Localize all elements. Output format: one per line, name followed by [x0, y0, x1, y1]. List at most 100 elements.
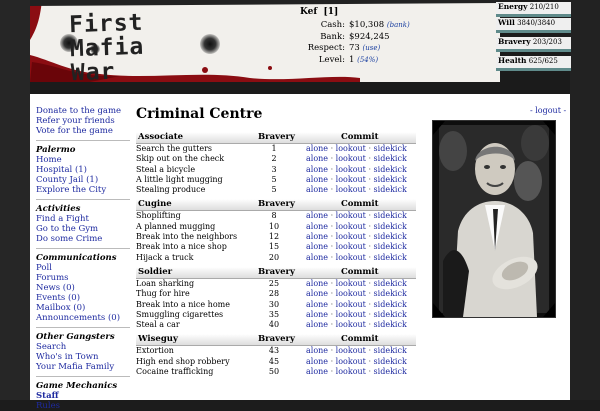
commit-lookout-link[interactable]: lookout: [336, 154, 366, 163]
commit-alone-link[interactable]: alone: [306, 175, 328, 184]
mobster-photo: [432, 120, 556, 318]
commit-alone-link[interactable]: alone: [306, 310, 328, 319]
sidebar-item-refer[interactable]: Refer your friends: [36, 116, 130, 126]
commit-alone-link[interactable]: alone: [306, 300, 328, 309]
commit-sidekick-link[interactable]: sidekick: [374, 222, 407, 231]
commit-alone-link[interactable]: alone: [306, 253, 328, 262]
commit-lookout-link[interactable]: lookout: [336, 279, 366, 288]
bank-link[interactable]: (bank): [387, 21, 410, 29]
sidebar-item-vote[interactable]: Vote for the game: [36, 126, 130, 136]
game-logo[interactable]: First Mafia War: [69, 10, 146, 82]
commit-sidekick-link[interactable]: sidekick: [374, 144, 407, 153]
commit-lookout-link[interactable]: lookout: [336, 310, 366, 319]
commit-alone-link[interactable]: alone: [306, 232, 328, 241]
commit-alone-link[interactable]: alone: [306, 185, 328, 194]
commit-alone-link[interactable]: alone: [306, 144, 328, 153]
commit-lookout-link[interactable]: lookout: [336, 346, 366, 355]
commit-alone-link[interactable]: alone: [306, 289, 328, 298]
commit-sidekick-link[interactable]: sidekick: [374, 310, 407, 319]
commit-sidekick-link[interactable]: sidekick: [374, 367, 407, 376]
commit-alone-link[interactable]: alone: [306, 242, 328, 251]
commit-sidekick-link[interactable]: sidekick: [374, 185, 407, 194]
bravery-column-header: Bravery: [258, 334, 295, 345]
crime-row: Break into a nice shop 15 alone · lookout …: [136, 242, 416, 252]
use-link[interactable]: (use): [363, 44, 381, 52]
sidebar-item-hospital[interactable]: Hospital (1): [36, 165, 130, 175]
commit-lookout-link[interactable]: lookout: [336, 144, 366, 153]
commit-sidekick-link[interactable]: sidekick: [374, 242, 407, 251]
commit-sidekick-link[interactable]: sidekick: [374, 253, 407, 262]
commit-sidekick-link[interactable]: sidekick: [374, 211, 407, 220]
commit-sidekick-link[interactable]: sidekick: [374, 289, 407, 298]
commit-lookout-link[interactable]: lookout: [336, 211, 366, 220]
bravery-column-header: Bravery: [258, 266, 295, 277]
commit-alone-link[interactable]: alone: [306, 165, 328, 174]
sidebar-item-explore[interactable]: Explore the City: [36, 185, 130, 195]
separator: ·: [328, 320, 336, 330]
commit-alone-link[interactable]: alone: [306, 357, 328, 366]
commit-alone-link[interactable]: alone: [306, 346, 328, 355]
commit-sidekick-link[interactable]: sidekick: [374, 346, 407, 355]
commit-alone-link[interactable]: alone: [306, 154, 328, 163]
sidebar-item-jail[interactable]: County Jail (1): [36, 175, 130, 185]
sidebar-item-mailbox[interactable]: Mailbox (0): [36, 303, 130, 313]
sidebar-item-home[interactable]: Home: [36, 155, 130, 165]
commit-lookout-link[interactable]: lookout: [336, 175, 366, 184]
crime-bravery-cost: 43: [268, 346, 280, 356]
commit-lookout-link[interactable]: lookout: [336, 232, 366, 241]
commit-lookout-link[interactable]: lookout: [336, 242, 366, 251]
commit-lookout-link[interactable]: lookout: [336, 289, 366, 298]
sidebar-item-fight[interactable]: Find a Fight: [36, 214, 130, 224]
crime-bravery-cost: 28: [268, 289, 280, 299]
player-name-text: Kef: [300, 7, 318, 17]
commit-lookout-link[interactable]: lookout: [336, 357, 366, 366]
commit-sidekick-link[interactable]: sidekick: [374, 154, 407, 163]
sidebar-item-events[interactable]: Events (0): [36, 293, 130, 303]
sidebar-item-search[interactable]: Search: [36, 342, 130, 352]
commit-sidekick-link[interactable]: sidekick: [374, 165, 407, 174]
sidebar-item-announcements[interactable]: Announcements (0): [36, 313, 130, 323]
crime-bravery-cost: 10: [268, 221, 280, 231]
commit-column-header: Commit: [341, 132, 379, 142]
separator: ·: [328, 211, 336, 221]
commit-alone-link[interactable]: alone: [306, 279, 328, 288]
sidebar-item-crime[interactable]: Do some Crime: [36, 234, 130, 244]
sidebar-item-whos-in-town[interactable]: Who's in Town: [36, 352, 130, 362]
commit-alone-link[interactable]: alone: [306, 367, 328, 376]
commit-sidekick-link[interactable]: sidekick: [374, 320, 407, 329]
commit-sidekick-link[interactable]: sidekick: [374, 300, 407, 309]
commit-sidekick-link[interactable]: sidekick: [374, 357, 407, 366]
sidebar-item-mafia-family[interactable]: Your Mafia Family: [36, 362, 130, 372]
commit-links: alone · lookout · sidekick: [306, 367, 407, 376]
crime-group: Wiseguy Bravery Commit Extortion 43 alone · l…: [136, 334, 416, 377]
commit-lookout-link[interactable]: lookout: [336, 165, 366, 174]
commit-lookout-link[interactable]: lookout: [336, 253, 366, 262]
crime-row: Skip out on the check 2 alone · lookout · …: [136, 154, 416, 164]
sidebar-section-title: Palermo: [36, 145, 76, 155]
sidebar-item-poll[interactable]: Poll: [36, 263, 130, 273]
sidebar-item-donate[interactable]: Donate to the game: [36, 106, 130, 116]
commit-sidekick-link[interactable]: sidekick: [374, 175, 407, 184]
commit-alone-link[interactable]: alone: [306, 320, 328, 329]
sidebar-item-gym[interactable]: Go to the Gym: [36, 224, 130, 234]
commit-lookout-link[interactable]: lookout: [336, 185, 366, 194]
crime-row: Stealing produce 5 alone · lookout · sidek…: [136, 185, 416, 195]
separator: ·: [328, 154, 336, 164]
separator: ·: [365, 346, 374, 356]
commit-lookout-link[interactable]: lookout: [336, 222, 366, 231]
player-stats: Cash: $10,308 (bank) Bank: $924,245 Respec…: [240, 20, 410, 66]
crime-name: Steal a bicycle: [136, 164, 196, 174]
commit-lookout-link[interactable]: lookout: [336, 367, 366, 376]
commit-sidekick-link[interactable]: sidekick: [374, 279, 407, 288]
sidebar-item-forums[interactable]: Forums: [36, 273, 130, 283]
commit-lookout-link[interactable]: lookout: [336, 300, 366, 309]
commit-alone-link[interactable]: alone: [306, 211, 328, 220]
commit-lookout-link[interactable]: lookout: [336, 320, 366, 329]
commit-sidekick-link[interactable]: sidekick: [374, 232, 407, 241]
logout-link[interactable]: - logout -: [530, 106, 566, 115]
logo-line: Mafia: [69, 33, 145, 63]
sidebar-item-news[interactable]: News (0): [36, 283, 130, 293]
sidebar-item-rules[interactable]: Rules: [36, 401, 130, 411]
commit-links: alone · lookout · sidekick: [306, 289, 407, 298]
commit-alone-link[interactable]: alone: [306, 222, 328, 231]
